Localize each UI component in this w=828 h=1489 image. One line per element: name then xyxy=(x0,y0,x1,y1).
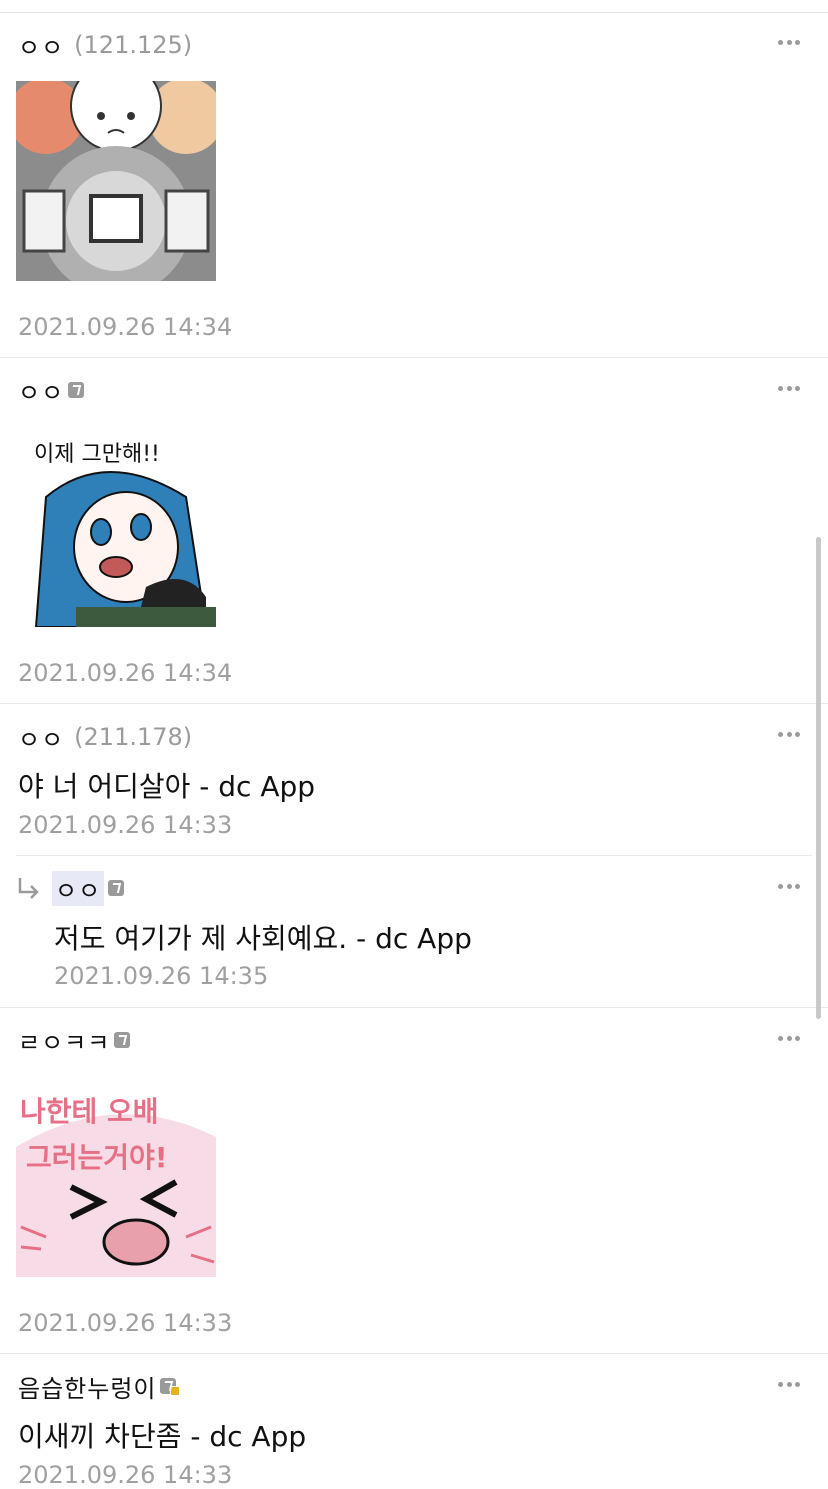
comment-time: 2021.09.26 14:34 xyxy=(18,313,233,341)
reply-divider xyxy=(16,855,812,856)
gallog-badge-icon xyxy=(114,1032,131,1048)
comment-ip: (121.125) xyxy=(74,31,193,59)
more-options-icon[interactable] xyxy=(778,1379,800,1389)
more-options-icon[interactable] xyxy=(778,1033,800,1043)
sticker-caption-line1: 나한테 오배 xyxy=(20,1095,159,1128)
comment-header: 음습한누렁이 xyxy=(18,1369,181,1404)
comment-nickname[interactable]: ㅇㅇ xyxy=(18,720,64,755)
reply-time: 2021.09.26 14:35 xyxy=(54,962,269,990)
comment-divider xyxy=(0,1353,828,1354)
more-options-icon[interactable] xyxy=(778,729,800,739)
gallog-badge-icon xyxy=(108,880,125,896)
comment-divider xyxy=(0,357,828,358)
reply-header: ㅇㅇ xyxy=(52,870,125,906)
more-options-icon[interactable] xyxy=(778,37,800,47)
comment-nickname[interactable]: 음습한누렁이 xyxy=(18,1369,156,1404)
comment-ip: (211.178) xyxy=(74,723,193,751)
comment-text: 이새끼 차단좀 - dc App xyxy=(18,1420,307,1453)
why-me-sticker-image: 나한테 오배 그러는거야! xyxy=(16,1077,216,1277)
comment-nickname[interactable]: ㅇㅇ xyxy=(18,373,64,408)
reply-nickname[interactable]: ㅇㅇ xyxy=(52,870,105,906)
comment-header: ㅇㅇ (121.125) xyxy=(18,28,193,63)
comment-nickname[interactable]: ㅇㅇ xyxy=(18,28,64,63)
stop-it-sticker-image: 이제 그만해!! xyxy=(16,427,216,627)
comment-time: 2021.09.26 14:33 xyxy=(18,1309,233,1337)
comment-divider xyxy=(0,703,828,704)
bichu-sticker-image xyxy=(16,81,216,281)
scrollbar[interactable] xyxy=(816,537,821,1019)
comment-header: ㅇㅇ xyxy=(18,373,85,408)
sticker-caption-line2: 그러는거야! xyxy=(26,1141,168,1174)
comment-text: 야 너 어디살아 - dc App xyxy=(18,770,316,803)
reply-text: 저도 여기가 제 사회예요. - dc App xyxy=(54,922,472,955)
comment-header: ㄹㅇㅋㅋ xyxy=(18,1023,131,1058)
comment-divider xyxy=(0,1007,828,1008)
gallog-badge-icon xyxy=(160,1378,181,1396)
top-divider xyxy=(0,12,828,13)
reply-arrow-icon xyxy=(18,878,39,899)
comment-header: ㅇㅇ (211.178) xyxy=(18,720,193,755)
lock-icon xyxy=(170,1386,181,1396)
more-options-icon[interactable] xyxy=(778,881,800,891)
comment-time: 2021.09.26 14:33 xyxy=(18,811,233,839)
comment-time: 2021.09.26 14:34 xyxy=(18,659,233,687)
comment-nickname[interactable]: ㄹㅇㅋㅋ xyxy=(18,1023,110,1058)
gallog-badge-icon xyxy=(68,382,85,398)
more-options-icon[interactable] xyxy=(778,383,800,393)
sticker-caption: 이제 그만해!! xyxy=(34,442,160,467)
